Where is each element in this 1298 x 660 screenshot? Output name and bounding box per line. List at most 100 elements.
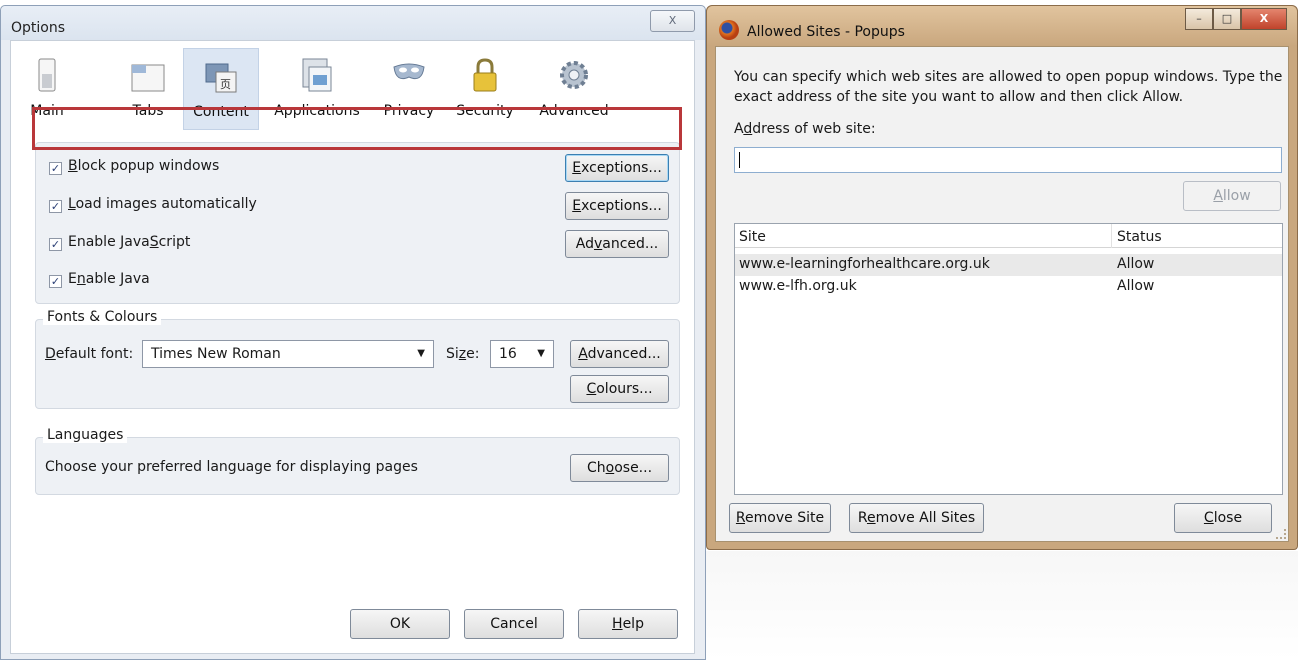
languages-caption: Languages [43,427,128,443]
dropdown-arrow-icon: ▼ [537,348,545,359]
colours-button[interactable]: Colours... [570,375,669,403]
tabs-icon [131,57,165,93]
fonts-colours-caption: Fonts & Colours [43,309,162,325]
javascript-advanced-button[interactable]: Advanced... [565,230,669,258]
options-window: Options X Main Tabs 页 Content Applicatio… [0,5,706,660]
allow-accel: A [1213,188,1223,204]
dropdown-arrow-icon: ▼ [417,348,425,359]
remove-all-prefix: R [857,510,867,526]
help-accel: H [612,616,623,632]
options-titlebar[interactable]: Options X [1,6,705,40]
ok-button[interactable]: OK [350,609,450,639]
font-size-select[interactable]: 16 ▼ [490,340,554,368]
maximize-icon: □ [1221,12,1233,25]
images-exceptions-button[interactable]: Exceptions... [565,192,669,220]
block-popups-checkbox[interactable]: ✓ Block popup windows [49,158,219,178]
allowed-sites-title: Allowed Sites - Popups [747,24,905,40]
remove-all-accel: e [866,510,876,526]
minimize-icon: – [1196,12,1202,25]
allowed-sites-description: You can specify which web sites are allo… [734,69,1283,105]
cancel-button[interactable]: Cancel [464,609,564,639]
enable-java-rest: able Java [85,271,150,287]
popup-exceptions-button[interactable]: Exceptions... [565,154,669,182]
allow-rest: llow [1222,188,1251,204]
font-size-value: 16 [499,346,517,362]
maximize-button[interactable]: □ [1213,8,1241,30]
options-close-button[interactable]: X [650,10,695,32]
remove-all-sites-button[interactable]: Remove All Sites [849,503,984,533]
highlight-box [32,107,682,150]
status-cell: Allow [1117,278,1155,294]
allowed-sites-titlebar[interactable]: Allowed Sites - Popups – □ X [707,6,1297,46]
js-advanced-accel: v [593,236,603,252]
remove-site-rest: emove Site [745,510,825,526]
close-rest: lose [1213,510,1243,526]
block-popups-accel: B [68,158,78,174]
column-header-status[interactable]: Status [1117,229,1162,245]
padlock-icon [468,57,502,93]
window-close-button[interactable]: X [1241,8,1287,30]
allowed-sites-list[interactable]: Site Status www.e-learningforhealthcare.… [734,223,1283,495]
popup-exceptions-label: xceptions... [581,160,662,176]
remove-site-button[interactable]: Remove Site [729,503,831,533]
size-prefix: Si [446,346,459,362]
size-rest: e: [466,346,480,362]
images-exceptions-label: xceptions... [581,198,662,214]
choose-rest: ose... [614,460,653,476]
enable-javascript-checkbox[interactable]: ✓ Enable JavaScript [49,234,190,254]
default-font-select[interactable]: Times New Roman ▼ [142,340,434,368]
column-divider[interactable] [1111,224,1112,248]
close-button[interactable]: Close [1174,503,1272,533]
default-font-value: Times New Roman [151,346,281,362]
default-font-rest: efault font: [55,346,134,362]
address-label-accel: d [743,121,753,137]
languages-description: Choose your preferred language for displ… [45,459,418,475]
remove-site-accel: R [735,510,746,526]
svg-text:页: 页 [220,78,231,91]
js-advanced-rest: anced... [602,236,659,252]
remove-all-rest: move All Sites [875,510,976,526]
text-caret [739,152,740,168]
help-button[interactable]: Help [578,609,678,639]
help-rest: elp [622,616,644,632]
desktop-background [706,551,1298,660]
default-font-accel: D [45,346,56,362]
choose-language-button[interactable]: Choose... [570,454,669,482]
ok-label: OK [389,616,411,632]
address-input[interactable] [734,147,1282,173]
allowed-sites-client: You can specify which web sites are allo… [715,46,1289,542]
choose-prefix: Ch [586,460,606,476]
load-images-label: oad images automatically [75,196,257,212]
resize-grip-icon[interactable] [1276,529,1286,539]
allow-button[interactable]: Allow [1183,181,1281,211]
enable-java-checkbox[interactable]: ✓ Enable Java [49,271,150,291]
site-cell: www.e-learningforhealthcare.org.uk [739,256,990,272]
close-accel: C [1203,510,1214,526]
status-cell: Allow [1117,256,1155,272]
gear-icon [557,57,591,93]
choose-accel: o [605,460,615,476]
colours-rest: olours... [596,381,653,397]
column-header-site[interactable]: Site [739,229,766,245]
list-item[interactable]: www.e-lfh.org.uk Allow [735,276,1282,298]
load-images-accel: L [68,196,76,212]
load-images-checkbox[interactable]: ✓ Load images automatically [49,196,257,216]
enable-java-prefix: E [68,271,77,287]
content-icon: 页 [204,58,238,94]
checkbox-checked-icon: ✓ [49,275,62,288]
site-cell: www.e-lfh.org.uk [739,278,857,294]
minimize-button[interactable]: – [1185,8,1213,30]
js-advanced-prefix: Ad [575,236,594,252]
options-title: Options [11,20,66,36]
fonts-advanced-button[interactable]: Advanced... [570,340,669,368]
list-item[interactable]: www.e-learningforhealthcare.org.uk Allow [735,254,1282,276]
caption-buttons: – □ X [1185,8,1287,30]
checkbox-checked-icon: ✓ [49,162,62,175]
fonts-advanced-rest: dvanced... [587,346,661,362]
firefox-icon [719,20,739,40]
fonts-advanced-accel: A [578,346,588,362]
close-icon: X [1259,12,1269,25]
checkbox-checked-icon: ✓ [49,238,62,251]
colours-accel: C [586,381,597,397]
allowed-sites-window: Allowed Sites - Popups – □ X You can spe… [706,5,1298,550]
